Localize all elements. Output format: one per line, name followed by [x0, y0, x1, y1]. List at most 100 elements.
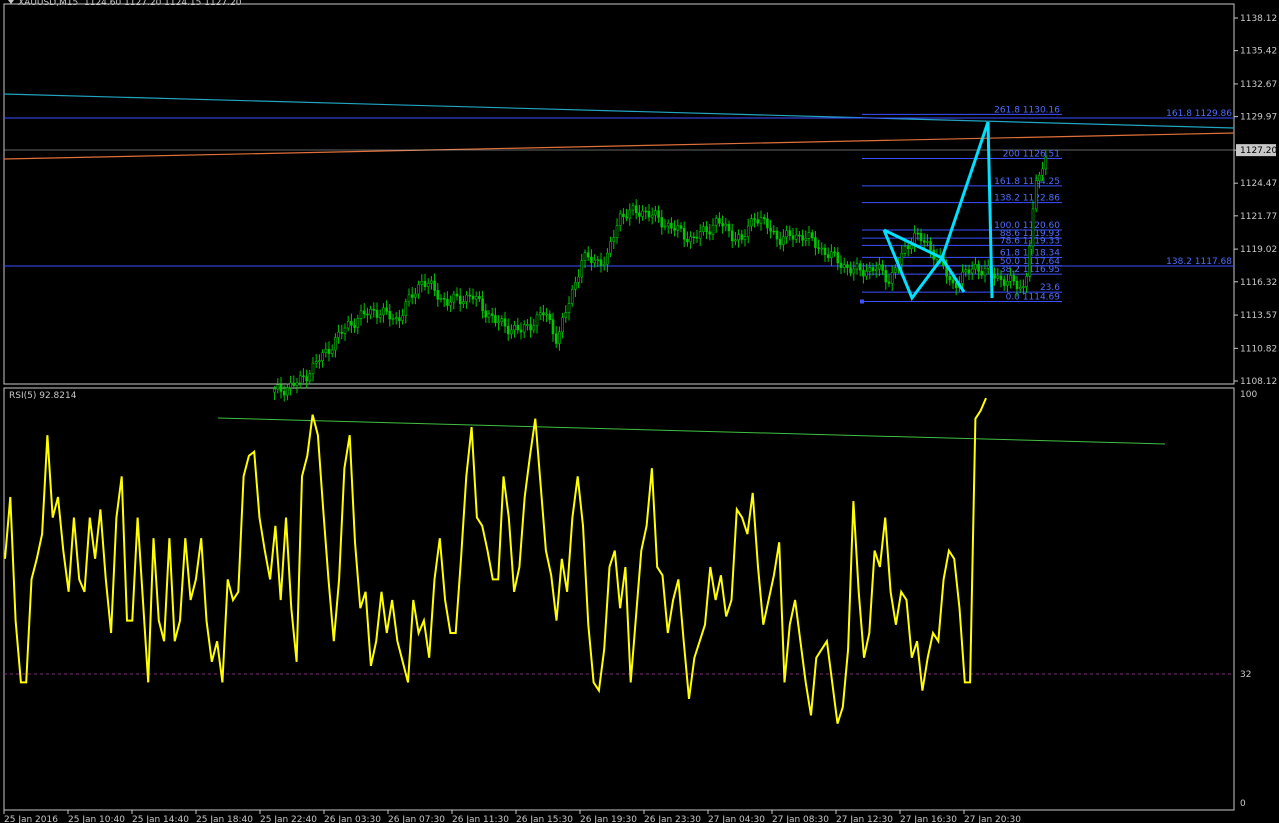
candle-body: [1041, 168, 1044, 176]
candle-body: [458, 295, 462, 304]
candle-body: [545, 313, 548, 316]
candle-body: [695, 236, 699, 239]
candle-body: [519, 329, 523, 333]
candle-body: [753, 218, 756, 221]
candle-body: [996, 275, 1000, 279]
candle-body: [369, 309, 372, 316]
candle-body: [465, 294, 468, 302]
candle-body: [327, 348, 331, 354]
candle-body: [385, 307, 388, 312]
candle-body: [874, 268, 878, 272]
candle-body: [1009, 275, 1012, 282]
candle-body: [394, 317, 398, 319]
candle-body: [660, 217, 664, 228]
candle-body: [583, 252, 587, 261]
candle-body: [433, 280, 436, 291]
candle-body: [794, 234, 798, 240]
candle-body: [292, 382, 296, 386]
candle-body: [730, 230, 734, 242]
candle-body: [532, 325, 536, 331]
candle-body: [807, 232, 811, 239]
candle-body: [426, 283, 430, 287]
candle-body: [417, 284, 420, 295]
candle-body: [638, 212, 641, 217]
candle-body: [746, 225, 750, 237]
candle-body: [711, 224, 715, 235]
candle-body: [356, 318, 360, 328]
candle-body: [676, 225, 680, 231]
candle-body: [487, 313, 491, 318]
candle-body: [554, 333, 558, 344]
candle-body: [817, 247, 820, 249]
rsi-trend-line: [217, 417, 1166, 445]
candle-body: [1031, 208, 1035, 247]
candle-body: [714, 218, 718, 226]
candle-body: [276, 384, 280, 390]
candle-body: [471, 295, 475, 300]
time-tick-label: 27 Jan 20:30: [964, 815, 1021, 823]
price-tick-label: 1132.67: [1240, 80, 1277, 90]
ohlc-label: 1124.60 1127.20 1124.15 1127.20: [84, 0, 242, 8]
price-tick-label: 1110.82: [1240, 344, 1277, 354]
candle-body: [538, 312, 542, 316]
fib-label: 200 1126.51: [1003, 149, 1060, 159]
candle-body: [510, 329, 513, 335]
candle-body: [596, 259, 600, 262]
candles: [273, 149, 1048, 402]
candle-body: [884, 270, 888, 283]
candle-body: [686, 238, 689, 243]
candle-body: [500, 318, 504, 322]
candle-body: [295, 382, 299, 386]
candle-body: [868, 267, 872, 272]
candle-body: [1018, 286, 1022, 290]
candle-body: [855, 263, 859, 270]
time-tick-label: 26 Jan 23:30: [644, 815, 701, 823]
candle-body: [522, 324, 526, 333]
candle-body: [708, 231, 712, 235]
candle-body: [382, 307, 385, 316]
candle-body: [570, 289, 574, 304]
candle-body: [321, 352, 324, 361]
candle-body: [721, 223, 724, 227]
candle-body: [449, 301, 452, 306]
collapse-triangle-icon[interactable]: [8, 0, 14, 4]
time-tick-label: 26 Jan 15:30: [516, 815, 573, 823]
time-tick-label: 26 Jan 11:30: [452, 815, 509, 823]
candle-body: [535, 314, 539, 327]
candle-body: [618, 213, 622, 226]
candle-body: [1025, 276, 1028, 287]
price-tick-label: 1138.12: [1240, 14, 1277, 24]
candle-body: [977, 264, 980, 272]
candle-body: [452, 293, 456, 303]
candle-body: [820, 247, 824, 250]
candle-body: [657, 210, 660, 218]
candle-body: [378, 314, 382, 318]
candle-body: [926, 241, 929, 243]
candle-body: [682, 228, 686, 240]
time-tick-label: 27 Jan 12:30: [836, 815, 893, 823]
candle-body: [529, 324, 532, 331]
candle-body: [391, 318, 395, 320]
candle-body: [273, 388, 276, 393]
candle-body: [606, 252, 609, 265]
candle-body: [865, 271, 868, 277]
candle-body: [577, 276, 580, 283]
candle-body: [1044, 156, 1048, 170]
rsi-axis-100: 100: [1240, 390, 1257, 400]
candle-body: [474, 296, 478, 300]
candle-body: [340, 331, 344, 334]
candle-body: [702, 226, 705, 233]
price-tick-label: 1119.02: [1240, 245, 1277, 255]
candle-body: [602, 263, 606, 266]
candle-body: [628, 209, 632, 219]
candle-body: [846, 264, 849, 268]
candle-body: [414, 293, 417, 298]
candle-body: [375, 309, 379, 318]
fib-anchor-handle[interactable]: [860, 299, 864, 304]
fib-extra-label: 138.2 1117.68: [1166, 257, 1232, 267]
candle-body: [401, 315, 404, 321]
candle-body: [490, 313, 494, 316]
candle-body: [407, 294, 411, 303]
candle-body: [964, 269, 968, 273]
candle-body: [324, 348, 328, 353]
